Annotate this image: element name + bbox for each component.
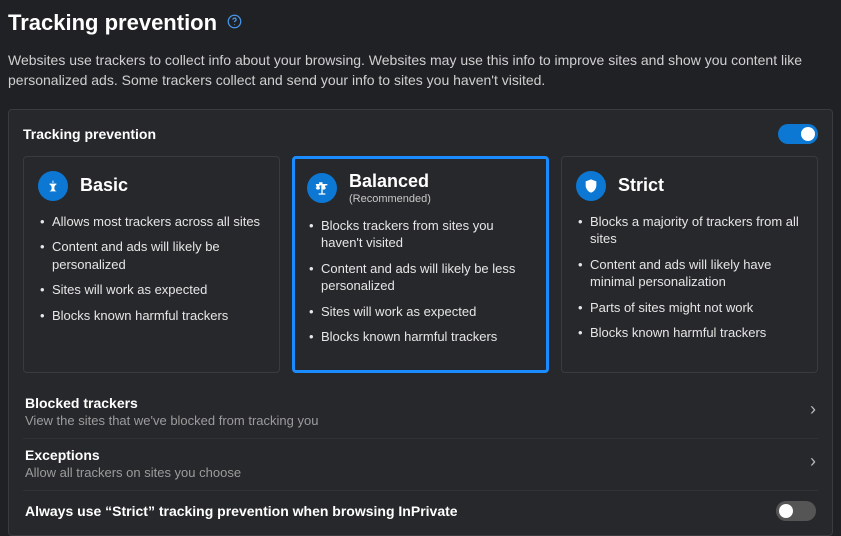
- level-bullet: Blocks trackers from sites you haven't v…: [307, 217, 534, 252]
- level-subtitle: (Recommended): [349, 193, 431, 205]
- row-desc: View the sites that we've blocked from t…: [25, 413, 318, 428]
- level-bullet: Content and ads will likely have minimal…: [576, 256, 803, 291]
- level-card-balanced[interactable]: Balanced (Recommended) Blocks trackers f…: [292, 156, 549, 373]
- level-bullet: Sites will work as expected: [38, 281, 265, 299]
- chevron-right-icon: ›: [810, 399, 816, 420]
- strict-inprivate-row: Always use “Strict” tracking prevention …: [23, 490, 818, 525]
- level-card-strict[interactable]: Strict Blocks a majority of trackers fro…: [561, 156, 818, 373]
- level-bullet: Blocks a majority of trackers from all s…: [576, 213, 803, 248]
- level-title: Strict: [618, 175, 664, 196]
- level-title: Balanced: [349, 171, 431, 192]
- level-title: Basic: [80, 175, 128, 196]
- row-desc: Allow all trackers on sites you choose: [25, 465, 241, 480]
- level-bullet: Blocks known harmful trackers: [38, 307, 265, 325]
- exceptions-link[interactable]: Exceptions Allow all trackers on sites y…: [23, 438, 818, 490]
- chevron-right-icon: ›: [810, 451, 816, 472]
- blocked-trackers-link[interactable]: Blocked trackers View the sites that we'…: [23, 387, 818, 438]
- level-card-basic[interactable]: Basic Allows most trackers across all si…: [23, 156, 280, 373]
- level-bullet: Allows most trackers across all sites: [38, 213, 265, 231]
- page-description: Websites use trackers to collect info ab…: [8, 50, 808, 91]
- level-bullet: Content and ads will likely be less pers…: [307, 260, 534, 295]
- page-title: Tracking prevention: [8, 10, 217, 36]
- strict-icon: [576, 171, 606, 201]
- level-cards: Basic Allows most trackers across all si…: [23, 156, 818, 373]
- level-bullet: Parts of sites might not work: [576, 299, 803, 317]
- tracking-prevention-panel: Tracking prevention Basic Allows most tr…: [8, 109, 833, 536]
- row-title: Always use “Strict” tracking prevention …: [25, 503, 458, 519]
- panel-title: Tracking prevention: [23, 126, 156, 142]
- strict-inprivate-toggle[interactable]: [776, 501, 816, 521]
- level-bullet: Blocks known harmful trackers: [576, 324, 803, 342]
- level-bullet: Content and ads will likely be personali…: [38, 238, 265, 273]
- level-bullet: Sites will work as expected: [307, 303, 534, 321]
- balanced-icon: [307, 173, 337, 203]
- row-title: Blocked trackers: [25, 395, 318, 411]
- tracking-prevention-toggle[interactable]: [778, 124, 818, 144]
- level-bullet: Blocks known harmful trackers: [307, 328, 534, 346]
- help-icon[interactable]: [227, 14, 242, 33]
- basic-icon: [38, 171, 68, 201]
- row-title: Exceptions: [25, 447, 241, 463]
